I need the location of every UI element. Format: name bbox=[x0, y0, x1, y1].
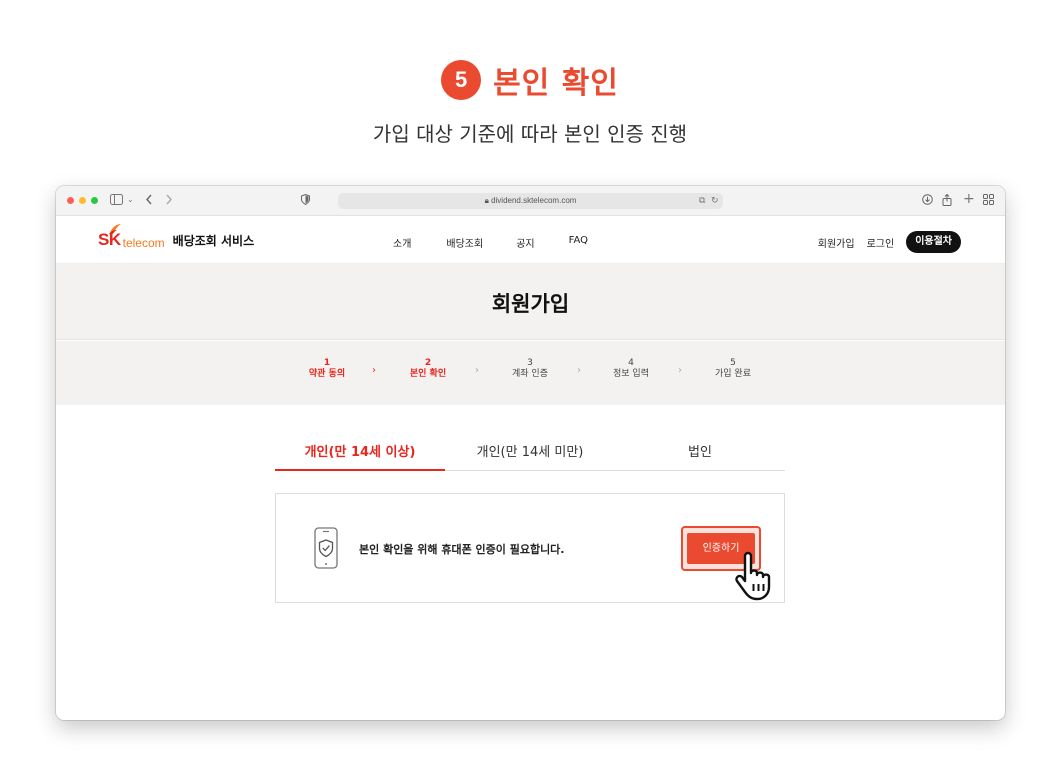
usage-guide-button[interactable]: 이용절차 bbox=[906, 231, 961, 253]
step-4-number: 4 bbox=[628, 358, 634, 368]
step-title-row: 5 본인 확인 bbox=[441, 58, 619, 102]
step-3-number: 3 bbox=[527, 358, 533, 368]
step-1-number: 1 bbox=[323, 358, 331, 368]
pointer-hand-icon bbox=[735, 551, 771, 601]
browser-toolbar: ⌄ 🔒︎ dividend.sktelecom.com ⧉ ↻ + bbox=[56, 186, 1005, 216]
share-icon[interactable] bbox=[942, 193, 952, 210]
lock-icon: 🔒︎ bbox=[484, 196, 489, 205]
reload-icon[interactable]: ↻ bbox=[711, 194, 719, 208]
step-subtitle: 가입 대상 기준에 따라 본인 인증 진행 bbox=[372, 122, 688, 146]
signup-link[interactable]: 회원가입 bbox=[818, 235, 855, 250]
nav-item-notice[interactable]: 공지 bbox=[516, 235, 534, 250]
step-1-label: 약관 동의 bbox=[308, 369, 346, 379]
browser-window: ⌄ 🔒︎ dividend.sktelecom.com ⧉ ↻ + SK tel… bbox=[56, 186, 1005, 720]
step-3: 3 계좌 인증 bbox=[490, 358, 570, 380]
logo-telecom: telecom bbox=[122, 236, 165, 250]
step-2: 2 본인 확인 bbox=[388, 358, 468, 380]
minimize-window-button[interactable] bbox=[79, 197, 86, 204]
forward-icon[interactable] bbox=[165, 194, 173, 209]
phone-verification-box: 본인 확인을 위해 휴대폰 인증이 필요합니다. 인증하기 bbox=[275, 493, 785, 603]
sk-butterfly-icon bbox=[109, 224, 121, 235]
login-link[interactable]: 로그인 bbox=[867, 235, 895, 250]
back-icon[interactable] bbox=[145, 194, 153, 209]
step-title: 본인 확인 bbox=[493, 66, 619, 101]
step-heading: 5 본인 확인 bbox=[0, 58, 1060, 102]
site-header: SK telecom 배당조회 서비스 소개 배당조회 공지 FAQ 회원가입 … bbox=[56, 216, 1005, 264]
step-4: 4 정보 입력 bbox=[591, 358, 671, 380]
chevron-right-icon: › bbox=[678, 365, 682, 376]
url-text: dividend.sktelecom.com bbox=[491, 196, 577, 205]
signup-steps: 1 약관 동의 › 2 본인 확인 › 3 계좌 인증 › 4 정보 입력 › … bbox=[56, 341, 1005, 405]
tab-individual-14-plus[interactable]: 개인(만 14세 이상) bbox=[275, 444, 445, 471]
download-icon[interactable] bbox=[922, 194, 933, 209]
tab-icon[interactable]: ⧉ bbox=[699, 194, 705, 208]
sidebar-icon[interactable] bbox=[110, 194, 123, 209]
nav-item-faq[interactable]: FAQ bbox=[569, 235, 588, 250]
header-actions: 회원가입 로그인 이용절차 bbox=[818, 231, 961, 253]
chevron-right-icon: › bbox=[372, 365, 376, 376]
grid-icon[interactable] bbox=[983, 194, 994, 209]
new-tab-icon[interactable]: + bbox=[963, 192, 975, 206]
step-5-label: 가입 완료 bbox=[715, 369, 751, 379]
phone-shield-icon bbox=[314, 527, 338, 569]
step-5-number: 5 bbox=[730, 358, 736, 368]
nav-item-intro[interactable]: 소개 bbox=[393, 235, 411, 250]
window-controls bbox=[67, 197, 98, 204]
shield-icon[interactable] bbox=[301, 193, 310, 209]
main-nav: 소개 배당조회 공지 FAQ bbox=[393, 235, 588, 250]
close-window-button[interactable] bbox=[67, 197, 74, 204]
step-2-number: 2 bbox=[424, 358, 432, 368]
tab-corporation[interactable]: 법인 bbox=[615, 444, 785, 470]
chevron-right-icon: › bbox=[475, 365, 479, 376]
step-3-label: 계좌 인증 bbox=[512, 369, 548, 379]
tab-individual-under-14[interactable]: 개인(만 14세 미만) bbox=[445, 444, 615, 470]
step-4-label: 정보 입력 bbox=[613, 369, 649, 379]
title-band: 회원가입 bbox=[56, 264, 1005, 340]
nav-item-dividend[interactable]: 배당조회 bbox=[446, 235, 483, 250]
page-title: 회원가입 bbox=[491, 292, 570, 316]
member-type-tabs: 개인(만 14세 이상) 개인(만 14세 미만) 법인 bbox=[275, 444, 785, 471]
address-bar[interactable]: 🔒︎ dividend.sktelecom.com bbox=[338, 193, 723, 209]
sk-telecom-logo[interactable]: SK telecom 배당조회 서비스 bbox=[98, 224, 255, 254]
step-5: 5 가입 완료 bbox=[693, 358, 773, 380]
verification-message: 본인 확인을 위해 휴대폰 인증이 필요합니다. bbox=[359, 543, 565, 556]
zoom-window-button[interactable] bbox=[91, 197, 98, 204]
chevron-right-icon: › bbox=[577, 365, 581, 376]
service-name: 배당조회 서비스 bbox=[172, 233, 255, 248]
chevron-down-icon[interactable]: ⌄ bbox=[127, 193, 134, 207]
step-1: 1 약관 동의 bbox=[287, 358, 367, 380]
step-number-badge: 5 bbox=[441, 60, 482, 100]
step-2-label: 본인 확인 bbox=[409, 369, 447, 379]
